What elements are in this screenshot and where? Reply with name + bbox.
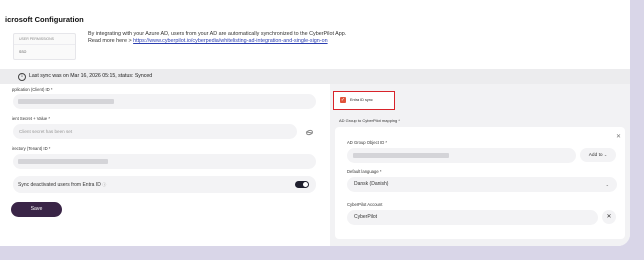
directory-id-field[interactable] bbox=[13, 154, 316, 169]
account-field[interactable]: CyberPilot bbox=[347, 210, 598, 225]
default-language-value: Dansk (Danish) bbox=[354, 181, 389, 187]
save-button[interactable]: Save bbox=[11, 202, 62, 217]
application-id-label: pplication (Client) ID * bbox=[12, 87, 53, 92]
sync-deactivated-toggle[interactable] bbox=[295, 181, 309, 188]
page-card: icrosoft Configuration USER PERMISSIONS … bbox=[0, 0, 630, 246]
chevron-down-icon: ⌄ bbox=[605, 182, 609, 187]
client-secret-field[interactable]: Client secret has been set bbox=[13, 124, 297, 139]
group-object-id-label: AD Group Object ID * bbox=[347, 140, 388, 145]
side-item-user-permissions[interactable]: USER PERMISSIONS bbox=[14, 34, 75, 44]
entra-sync-highlight: ✓ Entra ID sync bbox=[333, 91, 395, 110]
entra-sync-checkbox[interactable]: ✓ bbox=[340, 97, 346, 103]
default-language-label: Default language * bbox=[347, 169, 382, 174]
application-id-value-masked bbox=[18, 99, 114, 104]
intro-read-more: Read more here > https://www.cyberpilot.… bbox=[88, 38, 346, 45]
settings-side-panel: USER PERMISSIONS SSO bbox=[13, 33, 76, 60]
mapping-section-label: AD Group to CyberPilot mapping * bbox=[339, 118, 400, 123]
info-icon: i bbox=[18, 73, 26, 81]
sync-status-text: Last sync was on Mar 16, 2026 05:15, sta… bbox=[29, 73, 153, 79]
directory-id-label: irectory (Tenant) ID * bbox=[12, 146, 51, 151]
side-item-sso[interactable]: SSO bbox=[14, 44, 75, 57]
credentials-form: pplication (Client) ID * ient Secret + V… bbox=[0, 84, 328, 246]
hidden-eye-icon[interactable] bbox=[305, 128, 314, 137]
account-label: CyberPilot Account bbox=[347, 202, 383, 207]
read-more-link[interactable]: https://www.cyberpilot.io/cyberpedia/whi… bbox=[133, 38, 327, 44]
sync-deactivated-label: Sync deactivated users from Entra ID ⓘ bbox=[18, 182, 106, 188]
add-to-label: Add to bbox=[588, 153, 603, 158]
default-language-select[interactable]: Dansk (Danish) ⌄ bbox=[347, 177, 617, 192]
close-icon[interactable]: ✕ bbox=[616, 134, 621, 140]
client-secret-label: ient Secret + Value * bbox=[12, 116, 50, 121]
clear-account-button[interactable]: ✕ bbox=[602, 210, 616, 224]
entra-sync-label: Entra ID sync bbox=[350, 98, 373, 102]
group-object-id-field[interactable] bbox=[347, 148, 576, 163]
group-object-id-value-masked bbox=[353, 153, 449, 158]
page-title: icrosoft Configuration bbox=[5, 15, 84, 24]
directory-id-value-masked bbox=[18, 159, 108, 164]
chevron-down-icon: ⌄ bbox=[603, 152, 608, 157]
read-more-prefix: Read more here > bbox=[88, 38, 134, 44]
sync-deactivated-text: Sync deactivated users from Entra ID bbox=[18, 182, 101, 188]
info-icon: ⓘ bbox=[102, 182, 107, 187]
add-to-dropdown[interactable]: Add to ⌄ bbox=[580, 148, 616, 162]
sync-deactivated-row: Sync deactivated users from Entra ID ⓘ bbox=[13, 176, 316, 193]
application-id-field[interactable] bbox=[13, 94, 316, 109]
integration-intro: By integrating with your Azure AD, users… bbox=[88, 31, 346, 45]
intro-text: By integrating with your Azure AD, users… bbox=[88, 31, 347, 37]
sync-status-bar: i Last sync was on Mar 16, 2026 05:15, s… bbox=[0, 69, 630, 84]
